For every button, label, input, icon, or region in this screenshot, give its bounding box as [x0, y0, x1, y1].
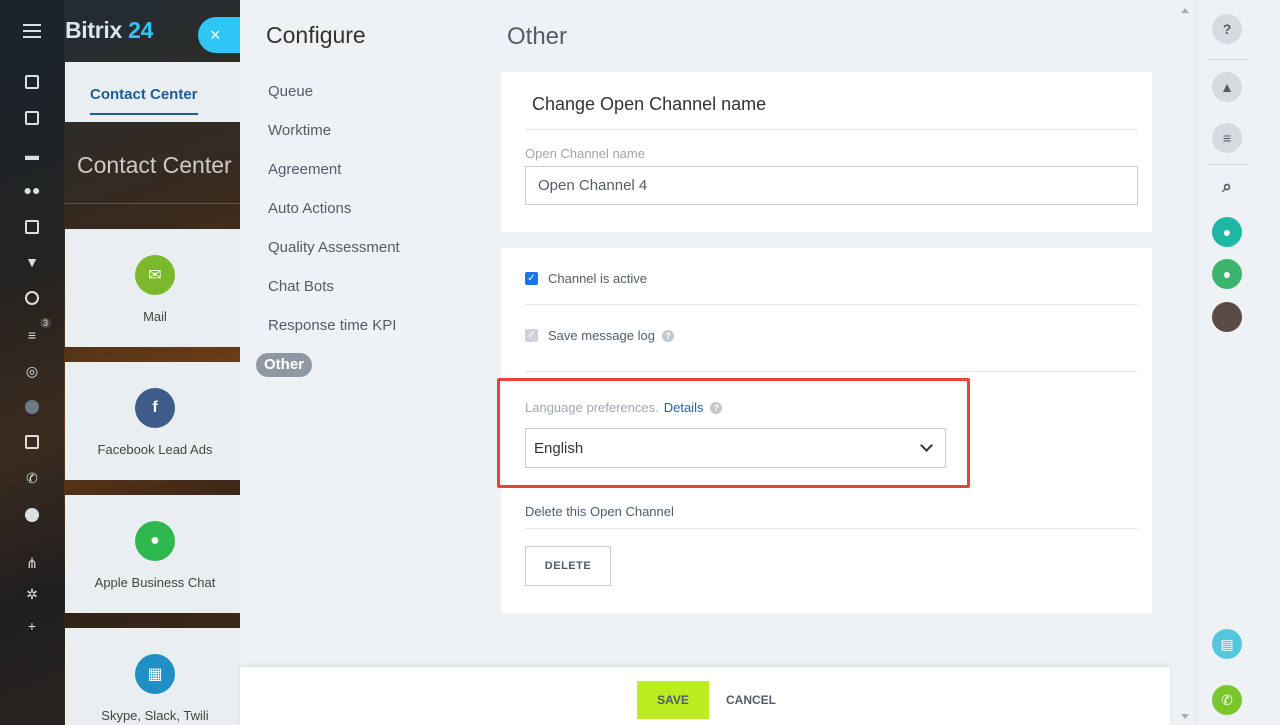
messages-icon[interactable]: ≡	[1212, 123, 1242, 153]
sitemap-icon[interactable]: ⋔	[22, 553, 42, 573]
target-icon[interactable]: ◎	[22, 361, 42, 381]
menu-item-response-time-kpi[interactable]: Response time KPI	[256, 306, 400, 345]
scrollbar[interactable]	[1175, 0, 1195, 725]
help-icon[interactable]: ?	[710, 401, 723, 414]
window-icon[interactable]	[22, 432, 42, 452]
channel-active-checkbox[interactable]: ✓	[525, 272, 538, 285]
phone-icon[interactable]: ✆	[22, 468, 42, 488]
save-button[interactable]: SAVE	[637, 681, 709, 719]
cancel-button[interactable]: CANCEL	[726, 681, 776, 719]
cart-icon[interactable]: ▼	[22, 252, 42, 272]
grid-icon: ▦	[135, 654, 175, 694]
channel-active-row[interactable]: ✓ Channel is active	[525, 271, 647, 286]
add-icon[interactable]: +	[22, 616, 42, 636]
contact-center-icon[interactable]: ▤	[1212, 629, 1242, 659]
tile-skype-slack[interactable]: ▦ Skype, Slack, Twili	[65, 628, 245, 725]
language-value: English	[534, 439, 584, 457]
menu-icon[interactable]	[23, 24, 41, 38]
tile-apple-business-chat[interactable]: ● Apple Business Chat	[65, 495, 245, 613]
divider	[525, 129, 1138, 130]
footer-bar: SAVE CANCEL	[240, 667, 1170, 725]
save-log-checkbox: ✓	[525, 329, 538, 342]
details-link[interactable]: Details	[664, 400, 704, 415]
divider	[525, 304, 1138, 305]
search-icon[interactable]: ⌕	[1212, 172, 1242, 202]
contacts-icon[interactable]	[22, 217, 42, 237]
language-label-row: Language preferences. Details ?	[525, 400, 723, 415]
scroll-down-icon[interactable]	[1181, 714, 1189, 719]
right-bar: ? ▲ ≡ ⌕ ● ● ▤ ✆	[1195, 0, 1280, 725]
save-log-label: Save message log	[548, 328, 655, 343]
divider	[525, 371, 1138, 372]
funnel-icon[interactable]: ≡	[22, 325, 42, 345]
language-select[interactable]: English	[525, 428, 946, 468]
scroll-up-icon[interactable]	[1181, 8, 1189, 13]
facebook-icon: f	[135, 388, 175, 428]
open-channel-icon[interactable]: ●	[1212, 217, 1242, 247]
feed-icon[interactable]	[22, 72, 42, 92]
close-slider-button[interactable]: ×	[198, 17, 242, 53]
more-icon[interactable]	[22, 505, 42, 525]
divider	[525, 528, 1138, 529]
tile-label: Mail	[143, 309, 167, 324]
tile-label: Skype, Slack, Twili	[101, 708, 209, 723]
tasks-icon[interactable]	[22, 108, 42, 128]
save-log-row: ✓ Save message log ?	[525, 328, 674, 343]
menu-item-agreement[interactable]: Agreement	[256, 150, 400, 189]
delete-label: Delete this Open Channel	[525, 504, 674, 519]
logo: Bitrix 24	[65, 17, 154, 43]
help-icon[interactable]: ?	[661, 329, 674, 342]
close-icon: ×	[210, 24, 221, 45]
envelope-icon: ✉	[135, 255, 175, 295]
tile-facebook-lead-ads[interactable]: f Facebook Lead Ads	[65, 362, 245, 480]
bell-icon[interactable]: ▲	[1212, 72, 1242, 102]
settings-menu: Queue Worktime Agreement Auto Actions Qu…	[256, 72, 400, 384]
help-icon[interactable]: ?	[1212, 14, 1242, 44]
groups-icon[interactable]: ●●	[22, 180, 42, 200]
chat-bubble-icon: ●	[135, 521, 175, 561]
channel-name-input[interactable]: Open Channel 4	[525, 166, 1138, 205]
rename-heading: Change Open Channel name	[532, 94, 767, 114]
apps-icon[interactable]	[22, 397, 42, 417]
divider	[1208, 164, 1248, 165]
left-navigation: ▬ ●● ▼ ≡ 3 ◎ ✆ ⋔ ✲ +	[0, 0, 64, 725]
menu-item-worktime[interactable]: Worktime	[256, 111, 400, 150]
avatar[interactable]	[1212, 302, 1242, 332]
chat-icon[interactable]: ▬	[22, 145, 42, 165]
menu-item-quality-assessment[interactable]: Quality Assessment	[256, 228, 400, 267]
divider	[1208, 59, 1248, 60]
chevron-down-icon	[920, 439, 933, 452]
delete-button[interactable]: DELETE	[525, 546, 611, 586]
tile-label: Facebook Lead Ads	[97, 442, 213, 457]
channel-name-label: Open Channel name	[525, 146, 645, 161]
configure-slider: Configure Other Queue Worktime Agreement…	[240, 0, 1195, 725]
tab-contact-center[interactable]: Contact Center	[90, 86, 198, 115]
channel-active-label: Channel is active	[548, 271, 647, 286]
nav-badge: 3	[40, 318, 52, 328]
clock-icon[interactable]	[22, 288, 42, 308]
language-label: Language preferences.	[525, 400, 659, 415]
open-channel-icon[interactable]: ●	[1212, 259, 1242, 289]
tile-mail[interactable]: ✉ Mail	[65, 229, 245, 347]
tile-label: Apple Business Chat	[94, 575, 216, 590]
section-title: Other	[507, 23, 568, 50]
configure-title: Configure	[266, 22, 366, 48]
settings-card: ✓ Channel is active ✓ Save message log ?…	[501, 248, 1152, 613]
menu-item-chat-bots[interactable]: Chat Bots	[256, 267, 400, 306]
menu-item-queue[interactable]: Queue	[256, 72, 400, 111]
settings-icon[interactable]: ✲	[22, 584, 42, 604]
menu-item-other[interactable]: Other	[256, 345, 400, 384]
menu-item-auto-actions[interactable]: Auto Actions	[256, 189, 400, 228]
phone-icon[interactable]: ✆	[1212, 685, 1242, 715]
divider	[65, 203, 245, 204]
rename-card: Change Open Channel name Open Channel na…	[501, 72, 1152, 232]
background-page-title: Contact Center	[77, 152, 232, 178]
